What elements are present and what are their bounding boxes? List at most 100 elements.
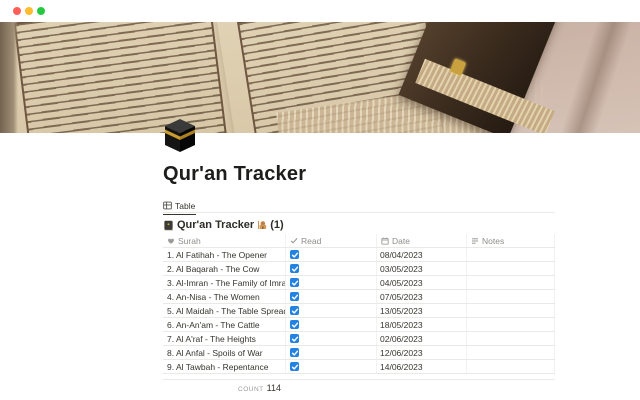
database-title: Qur'an Tracker <box>177 219 254 231</box>
check-icon <box>291 335 299 343</box>
check-icon <box>291 363 299 371</box>
read-cell[interactable] <box>286 332 377 345</box>
read-cell[interactable] <box>286 276 377 289</box>
mosque-icon <box>257 220 267 230</box>
date-cell[interactable]: 08/04/2023 <box>377 248 467 261</box>
date-cell[interactable]: 13/05/2023 <box>377 304 467 317</box>
notes-cell[interactable] <box>467 360 555 373</box>
cover-image[interactable] <box>0 22 640 133</box>
date-cell[interactable]: 07/05/2023 <box>377 290 467 303</box>
text-icon <box>471 237 479 245</box>
view-tab-bar: Table <box>163 197 555 213</box>
column-header-date[interactable]: Date <box>377 234 467 247</box>
table-row[interactable]: 3. Al-Imran - The Family of Imran 04/05/… <box>163 276 555 290</box>
table-icon <box>163 201 172 210</box>
cover-left-edge <box>0 22 18 133</box>
read-checkbox[interactable] <box>290 292 299 301</box>
surah-cell[interactable]: 9. Al Tawbah - Repentance <box>163 360 286 373</box>
notes-cell[interactable] <box>467 346 555 359</box>
count-calculation[interactable]: COUNT 114 <box>163 383 286 393</box>
database-header: Qur'an Tracker (1) <box>163 219 555 231</box>
date-cell[interactable]: 12/06/2023 <box>377 346 467 359</box>
table-row[interactable]: 8. Al Anfal - Spoils of War 12/06/2023 <box>163 346 555 360</box>
tab-table[interactable]: Table <box>163 199 196 215</box>
column-header-notes[interactable]: Notes <box>467 234 555 247</box>
surah-cell[interactable]: 2. Al Baqarah - The Cow <box>163 262 286 275</box>
surah-cell[interactable]: 1. Al Fatihah - The Opener <box>163 248 286 261</box>
table-row[interactable]: 7. Al A'raf - The Heights 02/06/2023 <box>163 332 555 346</box>
surah-cell[interactable]: 7. Al A'raf - The Heights <box>163 332 286 345</box>
notes-cell[interactable] <box>467 290 555 303</box>
read-checkbox[interactable] <box>290 264 299 273</box>
table-row[interactable]: 1. Al Fatihah - The Opener 08/04/2023 <box>163 248 555 262</box>
notes-cell[interactable] <box>467 332 555 345</box>
count-value: 114 <box>267 383 281 393</box>
column-label: Notes <box>482 236 504 246</box>
date-cell[interactable]: 14/06/2023 <box>377 360 467 373</box>
column-label: Surah <box>178 236 201 246</box>
table-header-row: Surah Read Date <box>163 234 555 248</box>
window-titlebar <box>0 0 640 22</box>
read-checkbox[interactable] <box>290 278 299 287</box>
table-row[interactable]: 4. An-Nisa - The Women 07/05/2023 <box>163 290 555 304</box>
notes-cell[interactable] <box>467 262 555 275</box>
surah-cell[interactable]: 6. An-An'am - The Cattle <box>163 318 286 331</box>
table-row[interactable]: 6. An-An'am - The Cattle 18/05/2023 <box>163 318 555 332</box>
read-checkbox[interactable] <box>290 348 299 357</box>
read-cell[interactable] <box>286 360 377 373</box>
notion-window: Qur'an Tracker Table Qur'an Tracker <box>0 0 640 400</box>
database-table: Surah Read Date <box>163 234 555 395</box>
column-header-read[interactable]: Read <box>286 234 377 247</box>
check-icon <box>291 307 299 315</box>
check-icon <box>291 321 299 329</box>
check-icon <box>291 279 299 287</box>
notes-cell[interactable] <box>467 304 555 317</box>
read-cell[interactable] <box>286 248 377 261</box>
date-cell[interactable]: 02/06/2023 <box>377 332 467 345</box>
date-cell[interactable]: 03/05/2023 <box>377 262 467 275</box>
read-checkbox[interactable] <box>290 362 299 371</box>
tab-table-label: Table <box>175 201 195 211</box>
read-cell[interactable] <box>286 346 377 359</box>
read-checkbox[interactable] <box>290 334 299 343</box>
table-body: 1. Al Fatihah - The Opener 08/04/2023 2.… <box>163 248 555 374</box>
surah-cell[interactable]: 5. Al Maidah - The Table Spread <box>163 304 286 317</box>
read-cell[interactable] <box>286 290 377 303</box>
table-row[interactable]: 2. Al Baqarah - The Cow 03/05/2023 <box>163 262 555 276</box>
closed-book-icon <box>163 220 174 231</box>
check-icon <box>291 265 299 273</box>
notes-cell[interactable] <box>467 276 555 289</box>
read-cell[interactable] <box>286 318 377 331</box>
surah-cell[interactable]: 3. Al-Imran - The Family of Imran <box>163 276 286 289</box>
column-header-surah[interactable]: Surah <box>163 234 286 247</box>
check-icon <box>291 251 299 259</box>
zoom-window-button[interactable] <box>37 7 45 15</box>
table-footer: COUNT 114 <box>163 380 555 395</box>
database-count-badge: (1) <box>270 219 283 231</box>
read-checkbox[interactable] <box>290 306 299 315</box>
notes-cell[interactable] <box>467 318 555 331</box>
calendar-icon <box>381 237 389 245</box>
surah-cell[interactable]: 4. An-Nisa - The Women <box>163 290 286 303</box>
heart-icon <box>167 237 175 245</box>
column-label: Date <box>392 236 410 246</box>
kaaba-page-icon[interactable] <box>163 117 197 154</box>
date-cell[interactable]: 18/05/2023 <box>377 318 467 331</box>
read-checkbox[interactable] <box>290 250 299 259</box>
notes-cell[interactable] <box>467 248 555 261</box>
check-icon <box>291 349 299 357</box>
table-row[interactable]: 9. Al Tawbah - Repentance 14/06/2023 <box>163 360 555 374</box>
column-label: Read <box>301 236 321 246</box>
minimize-window-button[interactable] <box>25 7 33 15</box>
page-title: Qur'an Tracker <box>163 162 555 186</box>
read-cell[interactable] <box>286 304 377 317</box>
count-label: COUNT <box>238 386 264 393</box>
check-icon <box>291 293 299 301</box>
surah-cell[interactable]: 8. Al Anfal - Spoils of War <box>163 346 286 359</box>
close-window-button[interactable] <box>13 7 21 15</box>
read-checkbox[interactable] <box>290 320 299 329</box>
checkbox-icon <box>290 237 298 245</box>
date-cell[interactable]: 04/05/2023 <box>377 276 467 289</box>
table-row[interactable]: 5. Al Maidah - The Table Spread 13/05/20… <box>163 304 555 318</box>
read-cell[interactable] <box>286 262 377 275</box>
